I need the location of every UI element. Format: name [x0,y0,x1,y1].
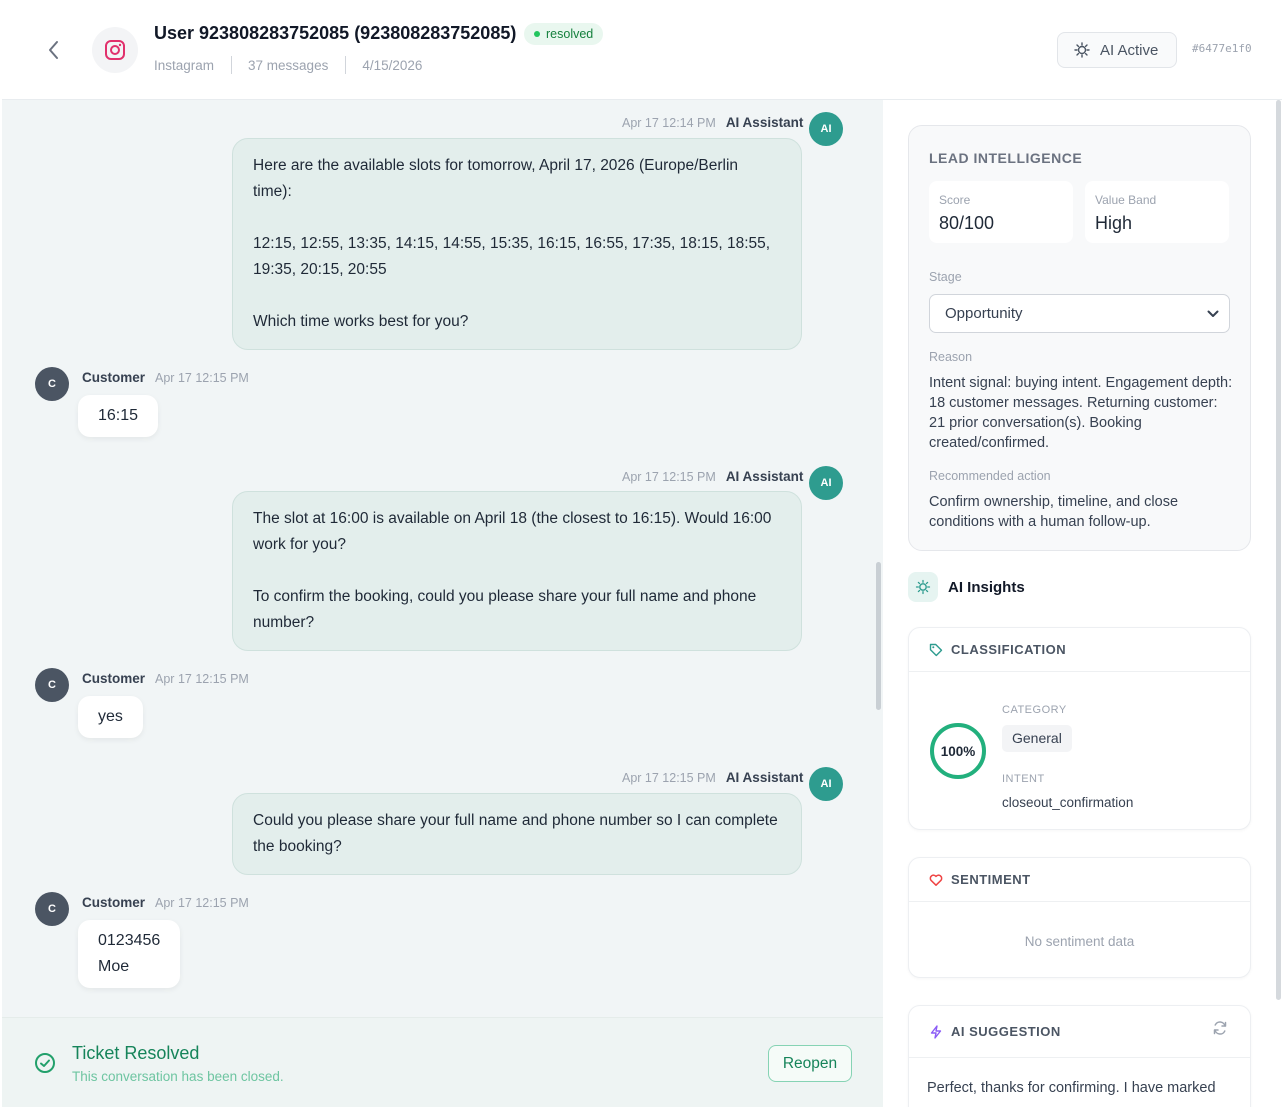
resolved-banner: Ticket Resolved This conversation has be… [2,1017,883,1107]
message-time: Apr 17 12:15 PM [622,470,716,484]
message-time: Apr 17 12:15 PM [155,896,249,910]
conversation-date: 4/15/2026 [362,57,423,73]
ai-avatar: AI [809,466,843,500]
back-button[interactable] [42,36,66,64]
bulb-icon [1074,42,1090,58]
value-band-label: Value Band [1095,193,1157,207]
message-meta: Apr 17 12:15 PM AI Assistant [622,770,803,785]
details-panel[interactable]: LEAD INTELLIGENCE Score 80/100 Value Ban… [883,100,1282,1107]
message-meta: Customer Apr 17 12:15 PM [82,671,249,686]
category-label: CATEGORY [1002,704,1067,716]
divider [345,56,347,74]
chat-thread[interactable]: Apr 17 12:14 PM AI Assistant AI Here are… [2,100,883,1107]
stage-value: Opportunity [945,305,1023,322]
customer-message-bubble: yes [78,696,143,738]
ai-insights-title: AI Insights [948,578,1025,596]
heart-icon [929,873,943,886]
reason-text: Intent signal: buying intent. Engagement… [929,375,1233,451]
ai-suggestion-heading: AI SUGGESTION [951,1024,1061,1039]
message-meta: Apr 17 12:14 PM AI Assistant [622,115,803,130]
ai-active-label: AI Active [1100,41,1159,59]
lead-intelligence-card: LEAD INTELLIGENCE Score 80/100 Value Ban… [908,125,1251,551]
intent-value: closeout_confirmation [1002,795,1134,810]
instagram-icon [105,40,125,60]
stage-select[interactable]: Opportunity [929,294,1230,333]
divider [231,56,233,74]
stage-label: Stage [929,270,962,284]
recommended-action-label: Recommended action [929,469,1051,483]
message-time: Apr 17 12:15 PM [622,771,716,785]
panel-scrollbar[interactable] [1276,100,1281,1000]
classification-header: CLASSIFICATION [909,628,1250,672]
message-sender: Customer [82,671,146,686]
ai-active-toggle[interactable]: AI Active [1057,32,1177,68]
resolved-subtitle: This conversation has been closed. [72,1069,284,1084]
ai-suggestion-card: AI SUGGESTION Perfect, thanks for confir… [908,1005,1251,1107]
resolved-title: Ticket Resolved [72,1043,200,1063]
status-badge: resolved [524,23,604,45]
chevron-down-icon [1207,310,1219,317]
channel-avatar [92,27,138,73]
sentiment-heading: SENTIMENT [951,872,1031,887]
classification-heading: CLASSIFICATION [951,642,1067,657]
lead-heading: LEAD INTELLIGENCE [929,150,1083,166]
conversation-header: User 923808283752085 (923808283752085) r… [2,0,1282,100]
lightning-icon [930,1024,942,1039]
sentiment-header: SENTIMENT [909,858,1250,902]
reason-label: Reason [929,350,973,364]
value-band-value: High [1095,213,1133,233]
category-chip: General [1002,725,1072,752]
refresh-icon[interactable] [1212,1020,1228,1036]
chat-scrollbar[interactable] [876,562,881,710]
ai-avatar: AI [809,767,843,801]
message-sender: Customer [82,895,146,910]
customer-avatar: C [35,668,69,702]
sentiment-card: SENTIMENT No sentiment data [908,857,1251,978]
user-title: User 923808283752085 (923808283752085) [154,23,517,43]
ai-avatar: AI [809,112,843,146]
ai-insights-header: AI Insights [908,572,1025,602]
check-circle-icon [35,1053,55,1073]
message-time: Apr 17 12:14 PM [622,116,716,130]
channel-label: Instagram [154,57,215,73]
messages-count: 37 messages [248,57,329,73]
message-meta: Customer Apr 17 12:15 PM [82,895,249,910]
conversation-id: #6477e1f0 [1192,42,1252,55]
ai-suggestion-text: Perfect, thanks for confirming. I have m… [927,1080,1216,1096]
message-meta: Apr 17 12:15 PM AI Assistant [622,469,803,484]
ai-message-bubble: The slot at 16:00 is available on April … [232,491,802,651]
ai-message-bubble: Could you please share your full name an… [232,793,802,875]
ai-suggestion-header: AI SUGGESTION [909,1006,1250,1058]
message-meta: Customer Apr 17 12:15 PM [82,370,249,385]
customer-message-bubble: 0123456 Moe [78,920,181,988]
lightbulb-icon [908,572,938,602]
tag-icon [929,643,943,656]
confidence-label: 100% [940,743,976,759]
message-sender: AI Assistant [725,469,804,484]
customer-avatar: C [35,892,69,926]
message-time: Apr 17 12:15 PM [155,672,249,686]
score-box: Score 80/100 [929,181,1073,243]
recommended-action-text: Confirm ownership, timeline, and close c… [929,494,1179,530]
value-band-box: Value Band High [1085,181,1229,243]
sentiment-empty-text: No sentiment data [1024,934,1135,949]
reopen-button[interactable]: Reopen [768,1045,852,1082]
message-time: Apr 17 12:15 PM [155,371,249,385]
message-sender: AI Assistant [725,115,804,130]
message-sender: Customer [82,370,146,385]
ai-message-bubble: Here are the available slots for tomorro… [232,138,802,350]
score-value: 80/100 [939,213,995,233]
intent-label: INTENT [1002,773,1045,785]
message-sender: AI Assistant [725,770,804,785]
customer-avatar: C [35,367,69,401]
customer-message-bubble: 16:15 [78,395,159,437]
chevron-left-icon [49,41,58,59]
conversation-meta: Instagram 37 messages 4/15/2026 [154,56,422,74]
score-label: Score [939,193,971,207]
classification-card: CLASSIFICATION 100% CATEGORY General INT… [908,627,1251,830]
